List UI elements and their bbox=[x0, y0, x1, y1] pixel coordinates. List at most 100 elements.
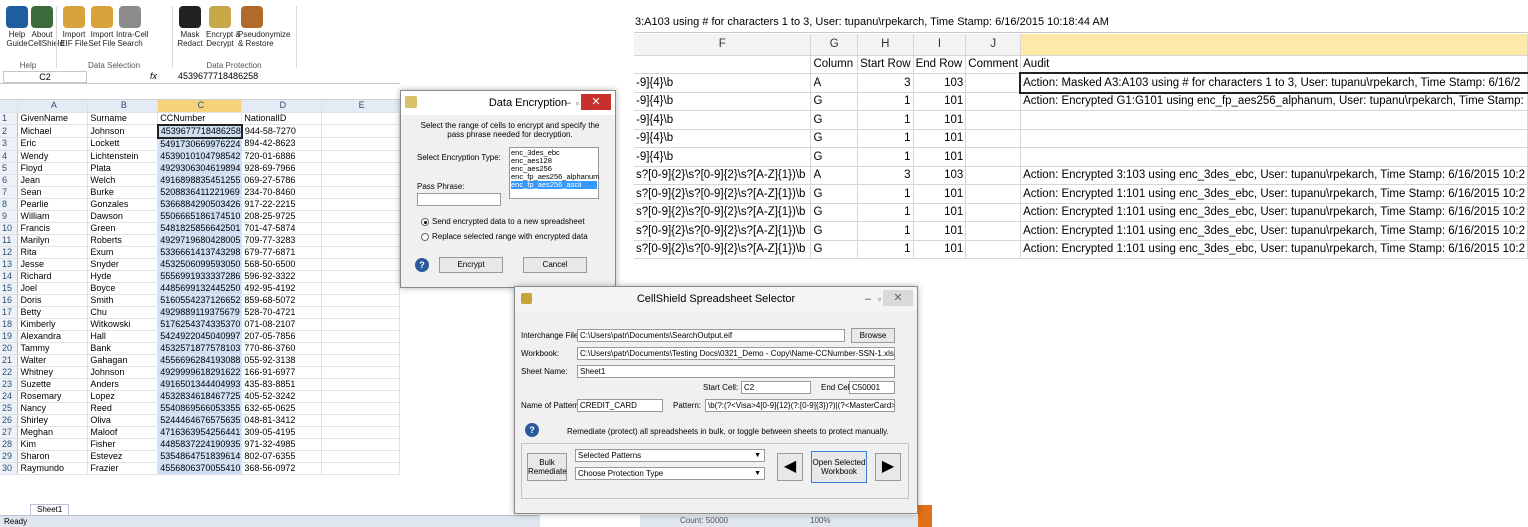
pattern-input[interactable]: \b(?:(?<Visa>4[0-9]{12}(?:[0-9]{3})?)|(?… bbox=[705, 399, 895, 412]
row-number[interactable]: 24 bbox=[0, 390, 19, 403]
row-number[interactable]: 8 bbox=[0, 198, 19, 211]
row-number[interactable]: 27 bbox=[0, 426, 19, 439]
cell[interactable]: Lichtenstein bbox=[87, 150, 159, 163]
cell[interactable]: 4929306304619894 bbox=[157, 162, 243, 175]
cell[interactable] bbox=[1020, 129, 1528, 148]
cell[interactable]: -9]{4}\b bbox=[634, 129, 812, 148]
cell[interactable]: Hall bbox=[87, 330, 159, 343]
cell[interactable]: Raymundo bbox=[17, 462, 89, 475]
cell[interactable]: Dawson bbox=[87, 210, 159, 223]
cell[interactable] bbox=[321, 222, 400, 235]
row-number[interactable]: 29 bbox=[0, 450, 19, 463]
cell[interactable]: 101 bbox=[913, 147, 967, 167]
cell[interactable]: Hyde bbox=[87, 270, 159, 283]
cell[interactable]: Nancy bbox=[17, 402, 89, 415]
cell[interactable] bbox=[321, 294, 400, 307]
help-icon[interactable]: ? bbox=[415, 258, 429, 272]
cell[interactable] bbox=[321, 462, 400, 475]
cell[interactable]: Action: Masked A3:A103 using # for chara… bbox=[1018, 71, 1528, 94]
row-number[interactable]: 9 bbox=[0, 210, 19, 223]
cell[interactable] bbox=[321, 450, 400, 463]
cell[interactable]: Meghan bbox=[17, 426, 89, 439]
protection-type-select[interactable]: Choose Protection Type ▼ bbox=[575, 467, 765, 480]
cell[interactable]: 4485837224190935 bbox=[157, 438, 243, 451]
cell[interactable]: 917-22-2215 bbox=[241, 198, 323, 211]
pass-phrase-input[interactable] bbox=[417, 193, 501, 206]
cell[interactable]: 928-69-7966 bbox=[241, 162, 323, 175]
cell[interactable]: 5506665186174510 bbox=[157, 210, 243, 223]
cell[interactable]: Betty bbox=[17, 306, 89, 319]
cell[interactable] bbox=[321, 414, 400, 427]
row-number[interactable]: 23 bbox=[0, 378, 19, 391]
bulk-remediate-button[interactable]: Bulk Remediate bbox=[527, 453, 567, 481]
cell[interactable]: Snyder bbox=[87, 258, 159, 271]
cell[interactable]: Pearlie bbox=[17, 198, 89, 211]
row-number[interactable]: 19 bbox=[0, 330, 19, 343]
cell[interactable]: 492-95-4192 bbox=[241, 282, 323, 295]
cell[interactable]: Action: Encrypted 1:101 using enc_3des_e… bbox=[1020, 240, 1528, 259]
header-cell[interactable]: Start Row bbox=[857, 55, 914, 74]
column-header[interactable]: H bbox=[857, 34, 914, 56]
cell[interactable] bbox=[321, 124, 400, 138]
cell[interactable]: Suzette bbox=[17, 378, 89, 391]
cell[interactable]: 770-86-3760 bbox=[241, 342, 323, 355]
right-formula-text[interactable]: 3:A103 using # for characters 1 to 3, Us… bbox=[635, 16, 1109, 28]
cell[interactable]: 5176254374335370 bbox=[157, 318, 243, 331]
cell[interactable]: 679-77-6871 bbox=[241, 246, 323, 259]
cancel-button[interactable]: Cancel bbox=[523, 257, 587, 273]
cell[interactable]: 720-01-6886 bbox=[241, 150, 323, 163]
cell[interactable]: 894-42-8623 bbox=[241, 137, 323, 151]
cell[interactable]: Michael bbox=[17, 124, 89, 138]
cell[interactable]: 4532506099593050 bbox=[157, 258, 243, 271]
cell[interactable]: 208-25-9725 bbox=[241, 210, 323, 223]
cell[interactable]: Reed bbox=[87, 402, 159, 415]
next-sheet-button[interactable]: ▶ bbox=[875, 453, 901, 481]
ribbon-button-0[interactable]: Help Guide bbox=[3, 6, 31, 48]
cell[interactable]: Surname bbox=[87, 112, 159, 125]
cell[interactable]: 101 bbox=[913, 203, 967, 222]
cell[interactable]: 632-65-0625 bbox=[241, 402, 323, 415]
pattern-name-input[interactable]: CREDIT_CARD bbox=[577, 399, 663, 412]
cell[interactable]: Sean bbox=[17, 186, 89, 199]
cell[interactable]: 405-52-3242 bbox=[241, 390, 323, 403]
row-number[interactable]: 4 bbox=[0, 150, 19, 163]
cell[interactable]: 101 bbox=[913, 110, 967, 130]
cell[interactable]: 596-92-3322 bbox=[241, 270, 323, 283]
encryption-type-list[interactable]: enc_3des_ebc enc_aes128 enc_aes256 enc_fp_a… bbox=[509, 147, 599, 199]
cell[interactable]: 3 bbox=[857, 166, 914, 185]
cell[interactable]: 528-70-4721 bbox=[241, 306, 323, 319]
cell[interactable]: G bbox=[810, 221, 859, 241]
cell[interactable]: 5160554237126652 bbox=[157, 294, 243, 307]
cell[interactable] bbox=[321, 282, 400, 295]
cell[interactable]: G bbox=[810, 110, 859, 130]
cell[interactable]: NationalID bbox=[241, 112, 323, 125]
cell[interactable]: 101 bbox=[913, 129, 967, 148]
selected-patterns-select[interactable]: Selected Patterns ▼ bbox=[575, 449, 765, 462]
cell[interactable]: 3 bbox=[857, 73, 914, 93]
cell[interactable] bbox=[321, 318, 400, 331]
corner-cell[interactable] bbox=[0, 100, 19, 113]
cell[interactable] bbox=[321, 438, 400, 451]
cell[interactable]: 5336661413743298 bbox=[157, 246, 243, 259]
cell[interactable]: Eric bbox=[17, 137, 89, 151]
column-header[interactable]: D bbox=[241, 100, 323, 113]
cell[interactable]: Floyd bbox=[17, 162, 89, 175]
cell[interactable]: 4556696284193088 bbox=[157, 354, 243, 367]
cell[interactable]: 103 bbox=[913, 166, 967, 185]
cell[interactable] bbox=[321, 198, 400, 211]
row-number[interactable]: 28 bbox=[0, 438, 19, 451]
open-workbook-button[interactable]: Open Selected Workbook bbox=[811, 451, 867, 483]
cell[interactable]: 1 bbox=[857, 240, 914, 259]
ribbon-button-1[interactable]: About CellShield bbox=[28, 6, 64, 48]
cell[interactable]: Estevez bbox=[87, 450, 159, 463]
row-number[interactable]: 21 bbox=[0, 354, 19, 367]
cell[interactable]: Action: Encrypted 1:101 using enc_3des_e… bbox=[1020, 221, 1528, 241]
row-number[interactable]: 15 bbox=[0, 282, 19, 295]
cell[interactable]: Kimberly bbox=[17, 318, 89, 331]
row-number[interactable]: 22 bbox=[0, 366, 19, 379]
cell[interactable] bbox=[321, 112, 400, 125]
cell[interactable]: Oliva bbox=[87, 414, 159, 427]
cell[interactable]: Lopez bbox=[87, 390, 159, 403]
encryption-type-option[interactable]: enc_fp_aes256_ascii bbox=[511, 181, 597, 189]
cell[interactable]: 435-83-8851 bbox=[241, 378, 323, 391]
